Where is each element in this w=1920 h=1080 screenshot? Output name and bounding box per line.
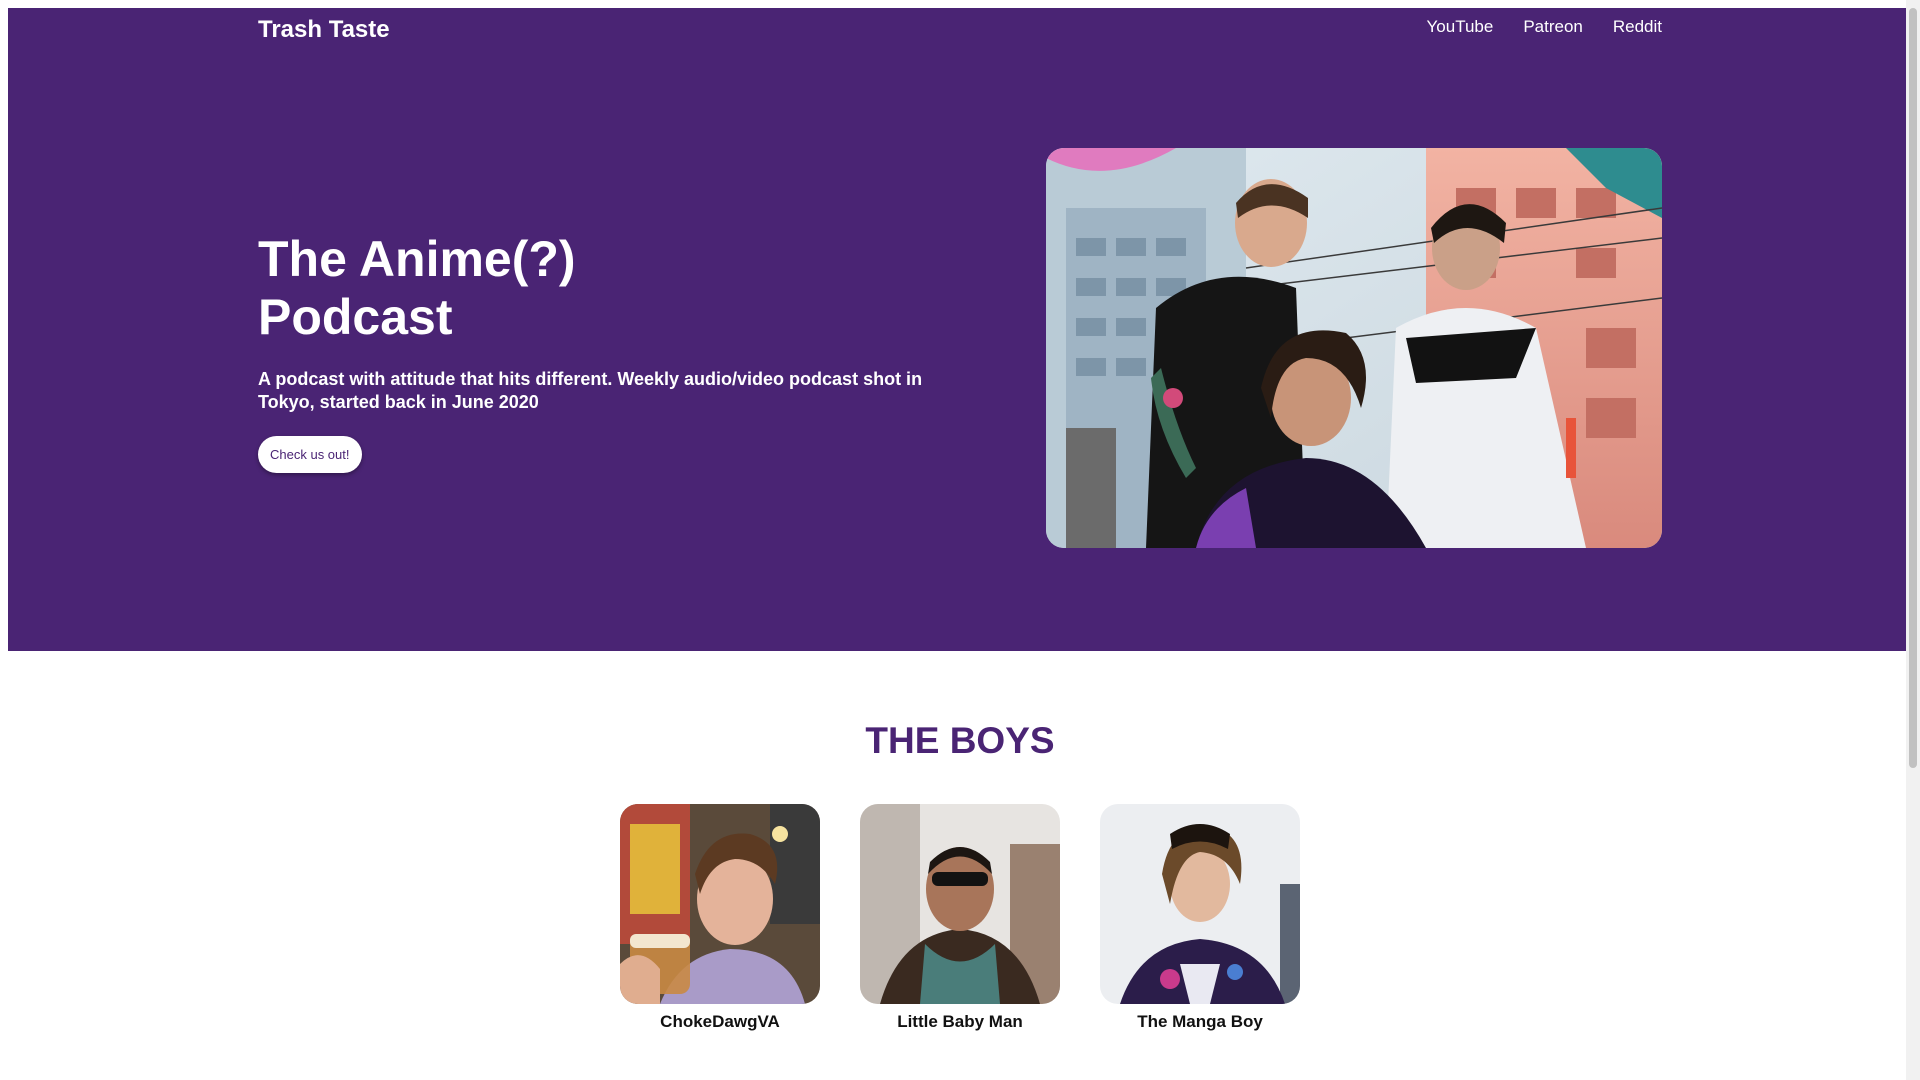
hero-text-block: The Anime(?) Podcast A podcast with atti…	[258, 230, 978, 473]
nav-link-reddit[interactable]: Reddit	[1613, 17, 1662, 37]
member-photo	[860, 804, 1060, 1004]
hero-section: Trash Taste YouTube Patreon Reddit The A…	[8, 8, 1912, 651]
hero-photo-illustration	[1046, 148, 1662, 548]
brand-logo-link[interactable]: Trash Taste	[258, 16, 390, 44]
page: Trash Taste YouTube Patreon Reddit The A…	[0, 0, 1920, 1080]
members-list: ChokeDawgVA Little Baby Man The Manga Bo…	[620, 804, 1300, 1032]
member-photo-illustration	[1100, 804, 1300, 1004]
member-name: ChokeDawgVA	[660, 1012, 780, 1031]
hero-group-photo	[1046, 148, 1662, 548]
member-name: The Manga Boy	[1137, 1012, 1263, 1031]
the-boys-heading: THE BOYS	[865, 720, 1055, 761]
page-scrollbar[interactable]	[1906, 0, 1920, 1080]
member-photo-illustration	[860, 804, 1060, 1004]
nav-link-patreon[interactable]: Patreon	[1523, 17, 1583, 37]
scrollbar-thumb[interactable]	[1909, 8, 1917, 768]
check-us-out-button[interactable]: Check us out!	[258, 436, 362, 473]
nav-links: YouTube Patreon Reddit	[1427, 17, 1663, 37]
member-photo	[620, 804, 820, 1004]
member-photo	[1100, 804, 1300, 1004]
hero-title: The Anime(?) Podcast	[258, 230, 978, 346]
hero-title-line-1: The Anime(?)	[258, 231, 576, 287]
member-card-the-manga-boy[interactable]: The Manga Boy	[1100, 804, 1300, 1032]
nav-link-youtube[interactable]: YouTube	[1427, 17, 1494, 37]
hero-title-line-2: Podcast	[258, 289, 453, 345]
member-card-little-baby-man[interactable]: Little Baby Man	[860, 804, 1060, 1032]
member-photo-illustration	[620, 804, 820, 1004]
member-name: Little Baby Man	[897, 1012, 1023, 1031]
hero-subtitle: A podcast with attitude that hits differ…	[258, 369, 923, 412]
member-card-chokedawgva[interactable]: ChokeDawgVA	[620, 804, 820, 1032]
top-nav: Trash Taste YouTube Patreon Reddit	[8, 8, 1912, 48]
